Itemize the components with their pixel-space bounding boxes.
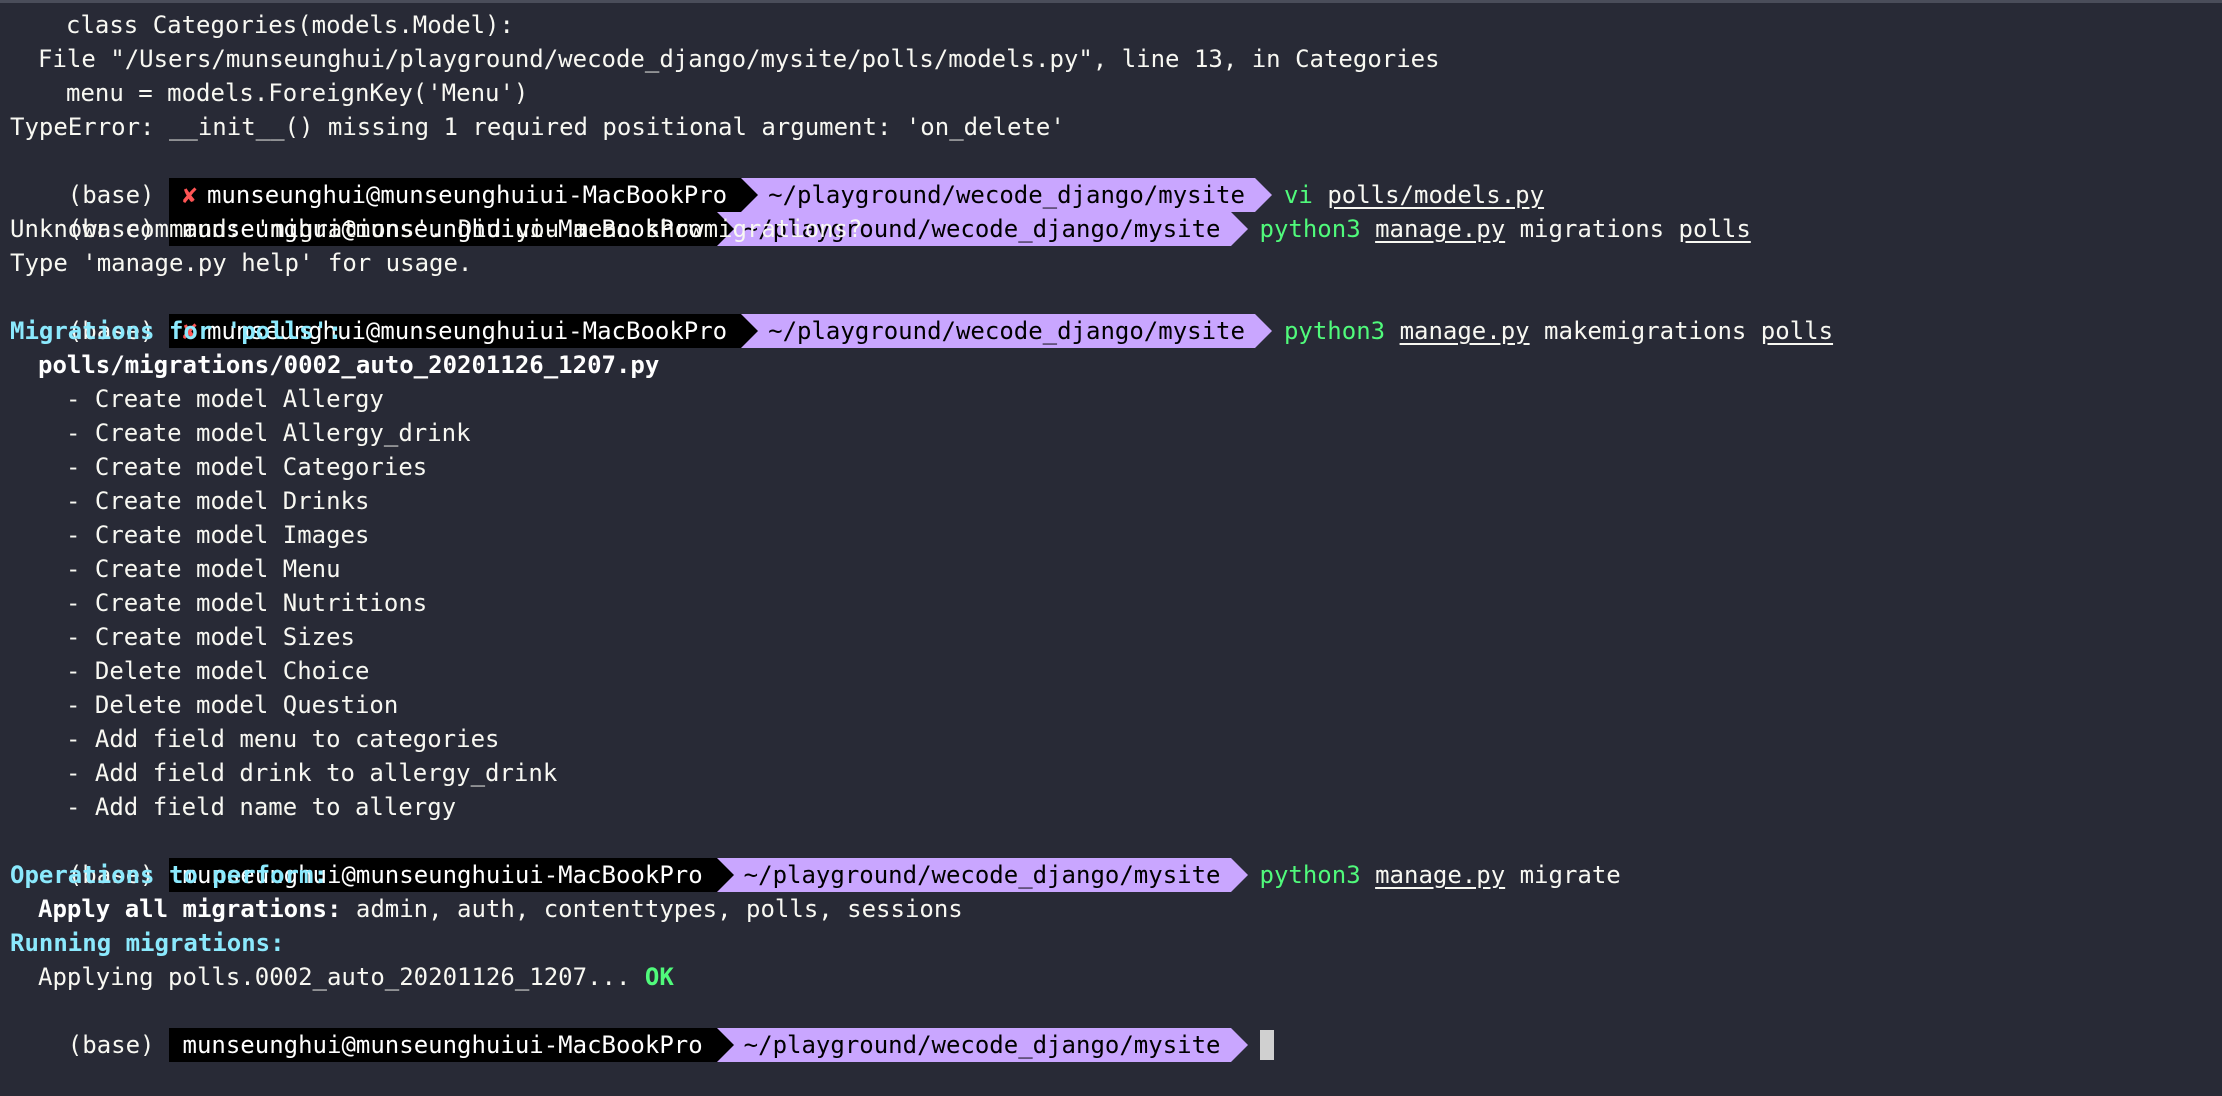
output-line: Type 'manage.py help' for usage.: [10, 249, 473, 277]
powerline-separator: [1230, 1028, 1248, 1062]
status-ok: OK: [630, 963, 674, 991]
powerline-separator: [1230, 858, 1248, 892]
command-arg: polls: [1678, 215, 1751, 243]
powerline-separator: [1254, 178, 1272, 212]
command-arg: polls/models.py: [1327, 181, 1545, 209]
migration-op: - Delete model Question: [66, 691, 399, 719]
output-text: Applying polls.0002_auto_20201126_1207..…: [38, 963, 631, 991]
traceback-line: menu = models.ForeignKey('Menu'): [66, 79, 529, 107]
output-label: Apply all migrations:: [38, 895, 342, 923]
output-line: Applying polls.0002_auto_20201126_1207..…: [10, 960, 2222, 994]
command-name: python3: [1259, 215, 1361, 243]
migration-op: - Create model Sizes: [66, 623, 355, 651]
terminal-window[interactable]: class Categories(models.Model): File "/U…: [0, 0, 2222, 1062]
cwd-segment: ~/playground/wecode_django/mysite: [758, 178, 1255, 212]
output-value: admin, auth, contenttypes, polls, sessio…: [341, 895, 963, 923]
migration-op: - Create model Drinks: [66, 487, 370, 515]
command-subcommand: migrate: [1505, 861, 1621, 889]
powerline-separator: [716, 858, 734, 892]
powerline-separator: [716, 1028, 734, 1062]
migration-op: - Delete model Choice: [66, 657, 370, 685]
traceback-line: File "/Users/munseunghui/playground/weco…: [38, 45, 1440, 73]
output-line: Apply all migrations: admin, auth, conte…: [10, 892, 2222, 926]
traceback-line: class Categories(models.Model):: [66, 11, 514, 39]
powerline-separator: [741, 314, 759, 348]
command-name: python3: [1259, 861, 1361, 889]
error-icon: ✘: [182, 181, 197, 209]
migration-op: - Create model Menu: [66, 555, 341, 583]
command-subcommand: migrations: [1505, 215, 1679, 243]
command-name: vi: [1283, 181, 1313, 209]
powerline-separator: [1254, 314, 1272, 348]
powerline-separator: [1230, 212, 1248, 246]
error-message: TypeError: __init__() missing 1 required…: [10, 113, 1065, 141]
prompt-line: (base) ✘ munseunghui@munseunghuiui-MacBoo…: [10, 280, 2222, 348]
migration-file: polls/migrations/0002_auto_20201126_1207…: [38, 351, 660, 379]
command-file: manage.py: [1399, 317, 1530, 345]
command-arg: polls: [1760, 317, 1834, 345]
powerline-separator: [741, 178, 759, 212]
prompt-line: (base) munseunghui@munseunghuiui-MacBook…: [10, 824, 2222, 892]
text-cursor[interactable]: [1259, 1030, 1274, 1060]
command-name: python3: [1283, 317, 1386, 345]
command-subcommand: makemigrations: [1529, 317, 1761, 345]
command-file: manage.py: [1375, 215, 1506, 243]
conda-env-label: (base): [67, 1031, 155, 1059]
user-segment: munseunghui@munseunghuiui-MacBookPro: [168, 1028, 717, 1062]
migration-op: - Add field drink to allergy_drink: [66, 759, 558, 787]
cwd-segment: ~/playground/wecode_django/mysite: [733, 858, 1231, 892]
command-file: manage.py: [1375, 861, 1506, 889]
migration-op: - Create model Images: [66, 521, 370, 549]
user-host-label: munseunghui@munseunghuiui-MacBookPro: [182, 1031, 703, 1059]
migration-op: - Add field name to allergy: [66, 793, 457, 821]
user-segment: ✘ munseunghui@munseunghuiui-MacBookPro: [168, 178, 742, 212]
migration-op: - Create model Allergy: [66, 385, 384, 413]
prompt-line: (base) ✘ munseunghui@munseunghuiui-MacBoo…: [10, 144, 2222, 212]
conda-env-label: (base): [67, 181, 155, 209]
migration-op: - Create model Allergy_drink: [66, 419, 471, 447]
output-heading: Running migrations:: [10, 929, 285, 957]
migration-op: - Add field menu to categories: [66, 725, 500, 753]
migration-op: - Create model Categories: [66, 453, 428, 481]
prompt-line: (base) munseunghui@munseunghuiui-MacBook…: [10, 994, 2222, 1062]
cwd-segment: ~/playground/wecode_django/mysite: [733, 1028, 1231, 1062]
migration-op: - Create model Nutritions: [66, 589, 428, 617]
user-host-label: munseunghui@munseunghuiui-MacBookPro: [206, 181, 728, 209]
cwd-segment: ~/playground/wecode_django/mysite: [758, 314, 1255, 348]
